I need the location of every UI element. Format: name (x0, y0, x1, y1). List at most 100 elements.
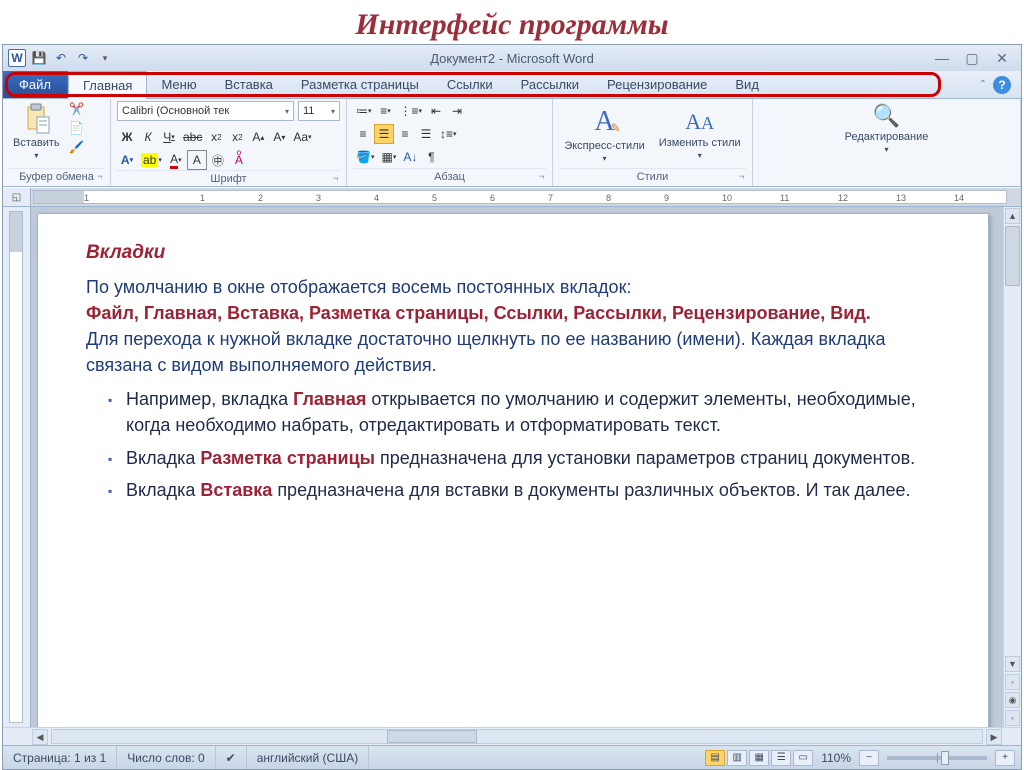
tab-review[interactable]: Рецензирование (593, 71, 721, 98)
group-label-clipboard: Буфер обмена (9, 168, 104, 186)
zoom-slider[interactable] (887, 756, 987, 760)
redo-icon[interactable]: ↷ (73, 48, 93, 68)
tab-file[interactable]: Файл (3, 71, 68, 98)
tab-view[interactable]: Вид (721, 71, 773, 98)
undo-icon[interactable]: ↶ (51, 48, 71, 68)
clear-format-button[interactable]: Aͦ (229, 150, 249, 170)
group-label-paragraph: Абзац (353, 168, 546, 186)
word-window: W 💾 ↶ ↷ ▾ Документ2 - Microsoft Word — ▢… (2, 44, 1022, 770)
cut-icon[interactable]: ✂️ (68, 101, 86, 117)
list-item: Вкладка Разметка страницы предназначена … (108, 445, 948, 471)
font-size-combo[interactable]: 11▾ (298, 101, 340, 121)
tab-home[interactable]: Главная (68, 71, 147, 99)
format-painter-icon[interactable]: 🖌️ (68, 139, 86, 155)
help-icon[interactable]: ? (993, 76, 1011, 94)
status-words[interactable]: Число слов: 0 (117, 746, 215, 769)
next-page-icon[interactable]: ◦ (1005, 710, 1020, 726)
view-web-icon[interactable]: ▦ (749, 750, 769, 766)
ruler-corner[interactable]: ◱ (3, 188, 31, 206)
tab-insert[interactable]: Вставка (211, 71, 287, 98)
change-case-button[interactable]: Aa▾ (290, 127, 314, 147)
underline-button[interactable]: Ч▾ (159, 127, 179, 147)
editing-button[interactable]: 🔍 Редактирование▾ (841, 101, 933, 156)
borders-button[interactable]: ▦▾ (378, 147, 399, 167)
justify-button[interactable]: ☰ (416, 124, 436, 144)
scroll-right-icon[interactable]: ▶ (986, 729, 1002, 745)
highlight-button[interactable]: ab▾ (138, 150, 165, 170)
browse-object-icon[interactable]: ◉ (1005, 692, 1020, 708)
font-name-combo[interactable]: Calibri (Основной тек▾ (117, 101, 294, 121)
char-border-button[interactable]: A (187, 150, 207, 170)
scroll-up-icon[interactable]: ▲ (1005, 208, 1020, 224)
tab-mailings[interactable]: Рассылки (507, 71, 593, 98)
align-left-button[interactable]: ≡ (353, 124, 373, 144)
italic-button[interactable]: К (138, 127, 158, 147)
bullets-button[interactable]: ≔▾ (353, 101, 375, 121)
view-draft-icon[interactable]: ▭ (793, 750, 813, 766)
view-print-layout-icon[interactable]: ▤ (705, 750, 725, 766)
enclose-chars-button[interactable]: ㊥ (208, 150, 228, 170)
align-right-button[interactable]: ≡ (395, 124, 415, 144)
view-outline-icon[interactable]: ☰ (771, 750, 791, 766)
save-icon[interactable]: 💾 (29, 48, 49, 68)
copy-icon[interactable]: 📄 (68, 120, 86, 136)
superscript-button[interactable]: x2 (227, 127, 247, 147)
view-full-read-icon[interactable]: ▥ (727, 750, 747, 766)
strikethrough-button[interactable]: abc (180, 127, 205, 147)
quick-styles-button[interactable]: A✎ Экспресс-стили▾ (560, 104, 648, 165)
tab-menu[interactable]: Меню (147, 71, 210, 98)
sort-button[interactable]: A↓ (400, 147, 420, 167)
close-button[interactable]: ✕ (991, 49, 1013, 67)
subscript-button[interactable]: x2 (206, 127, 226, 147)
doc-paragraph: По умолчанию в окне отображается восемь … (86, 274, 948, 378)
paste-button[interactable]: Вставить ▾ (9, 101, 64, 162)
bold-button[interactable]: Ж (117, 127, 137, 147)
maximize-button[interactable]: ▢ (961, 49, 983, 67)
status-proofing-icon[interactable]: ✔ (216, 746, 247, 769)
grow-font-button[interactable]: A▴ (248, 127, 268, 147)
group-editing: 🔍 Редактирование▾ . (753, 99, 1021, 186)
word-app-icon[interactable]: W (7, 48, 27, 68)
zoom-out-button[interactable]: − (859, 750, 879, 766)
line-spacing-button[interactable]: ↕≡▾ (437, 124, 460, 144)
scroll-thumb[interactable] (1005, 226, 1020, 286)
numbering-button[interactable]: ≡▾ (376, 101, 396, 121)
text-effects-button[interactable]: A▾ (117, 150, 137, 170)
hscroll-thumb[interactable] (387, 730, 477, 743)
change-styles-button[interactable]: AA Изменить стили▾ (655, 107, 745, 162)
increase-indent-button[interactable]: ⇥ (447, 101, 467, 121)
show-marks-button[interactable]: ¶ (421, 147, 441, 167)
quick-access-toolbar: W 💾 ↶ ↷ ▾ (3, 48, 115, 68)
horizontal-scrollbar[interactable]: ◀ ▶ (3, 727, 1021, 745)
group-font: Calibri (Основной тек▾ 11▾ Ж К Ч▾ abc x2… (111, 99, 347, 186)
vertical-ruler[interactable] (3, 207, 31, 727)
shrink-font-button[interactable]: A▾ (269, 127, 289, 147)
group-paragraph: ≔▾ ≡▾ ⋮≡▾ ⇤ ⇥ ≡ ☰ ≡ ☰ ↕≡▾ 🪣▾ ▦▾ A↓ (347, 99, 553, 186)
multilevel-button[interactable]: ⋮≡▾ (397, 101, 426, 121)
shading-button[interactable]: 🪣▾ (353, 147, 377, 167)
align-center-button[interactable]: ☰ (374, 124, 394, 144)
status-language[interactable]: английский (США) (247, 746, 369, 769)
minimize-button[interactable]: — (931, 49, 953, 67)
group-label-font: Шрифт (117, 170, 340, 188)
group-styles: A✎ Экспресс-стили▾ AA Изменить стили▾ Ст… (553, 99, 753, 186)
document-page[interactable]: Вкладки По умолчанию в окне отображается… (37, 213, 989, 727)
status-page[interactable]: Страница: 1 из 1 (3, 746, 117, 769)
prev-page-icon[interactable]: ◦ (1005, 674, 1020, 690)
scroll-down-icon[interactable]: ▼ (1005, 656, 1020, 672)
zoom-in-button[interactable]: + (995, 750, 1015, 766)
zoom-level[interactable]: 110% (821, 751, 851, 765)
scroll-left-icon[interactable]: ◀ (32, 729, 48, 745)
minimize-ribbon-icon[interactable]: ˆ (981, 78, 985, 92)
decrease-indent-button[interactable]: ⇤ (426, 101, 446, 121)
qat-more-icon[interactable]: ▾ (95, 48, 115, 68)
group-label-styles: Стили (559, 168, 746, 186)
tab-page-layout[interactable]: Разметка страницы (287, 71, 433, 98)
vertical-scrollbar[interactable]: ▲ ▼ ◦ ◉ ◦ (1003, 207, 1021, 727)
group-clipboard: Вставить ▾ ✂️ 📄 🖌️ Буфер обмена (3, 99, 111, 186)
horizontal-ruler[interactable]: ◱ 1123456789101112131415 (3, 187, 1021, 207)
tab-references[interactable]: Ссылки (433, 71, 507, 98)
title-bar: W 💾 ↶ ↷ ▾ Документ2 - Microsoft Word — ▢… (3, 45, 1021, 71)
font-color-button[interactable]: A▾ (166, 150, 186, 170)
doc-bullet-list: Например, вкладка Главная открывается по… (86, 386, 948, 502)
